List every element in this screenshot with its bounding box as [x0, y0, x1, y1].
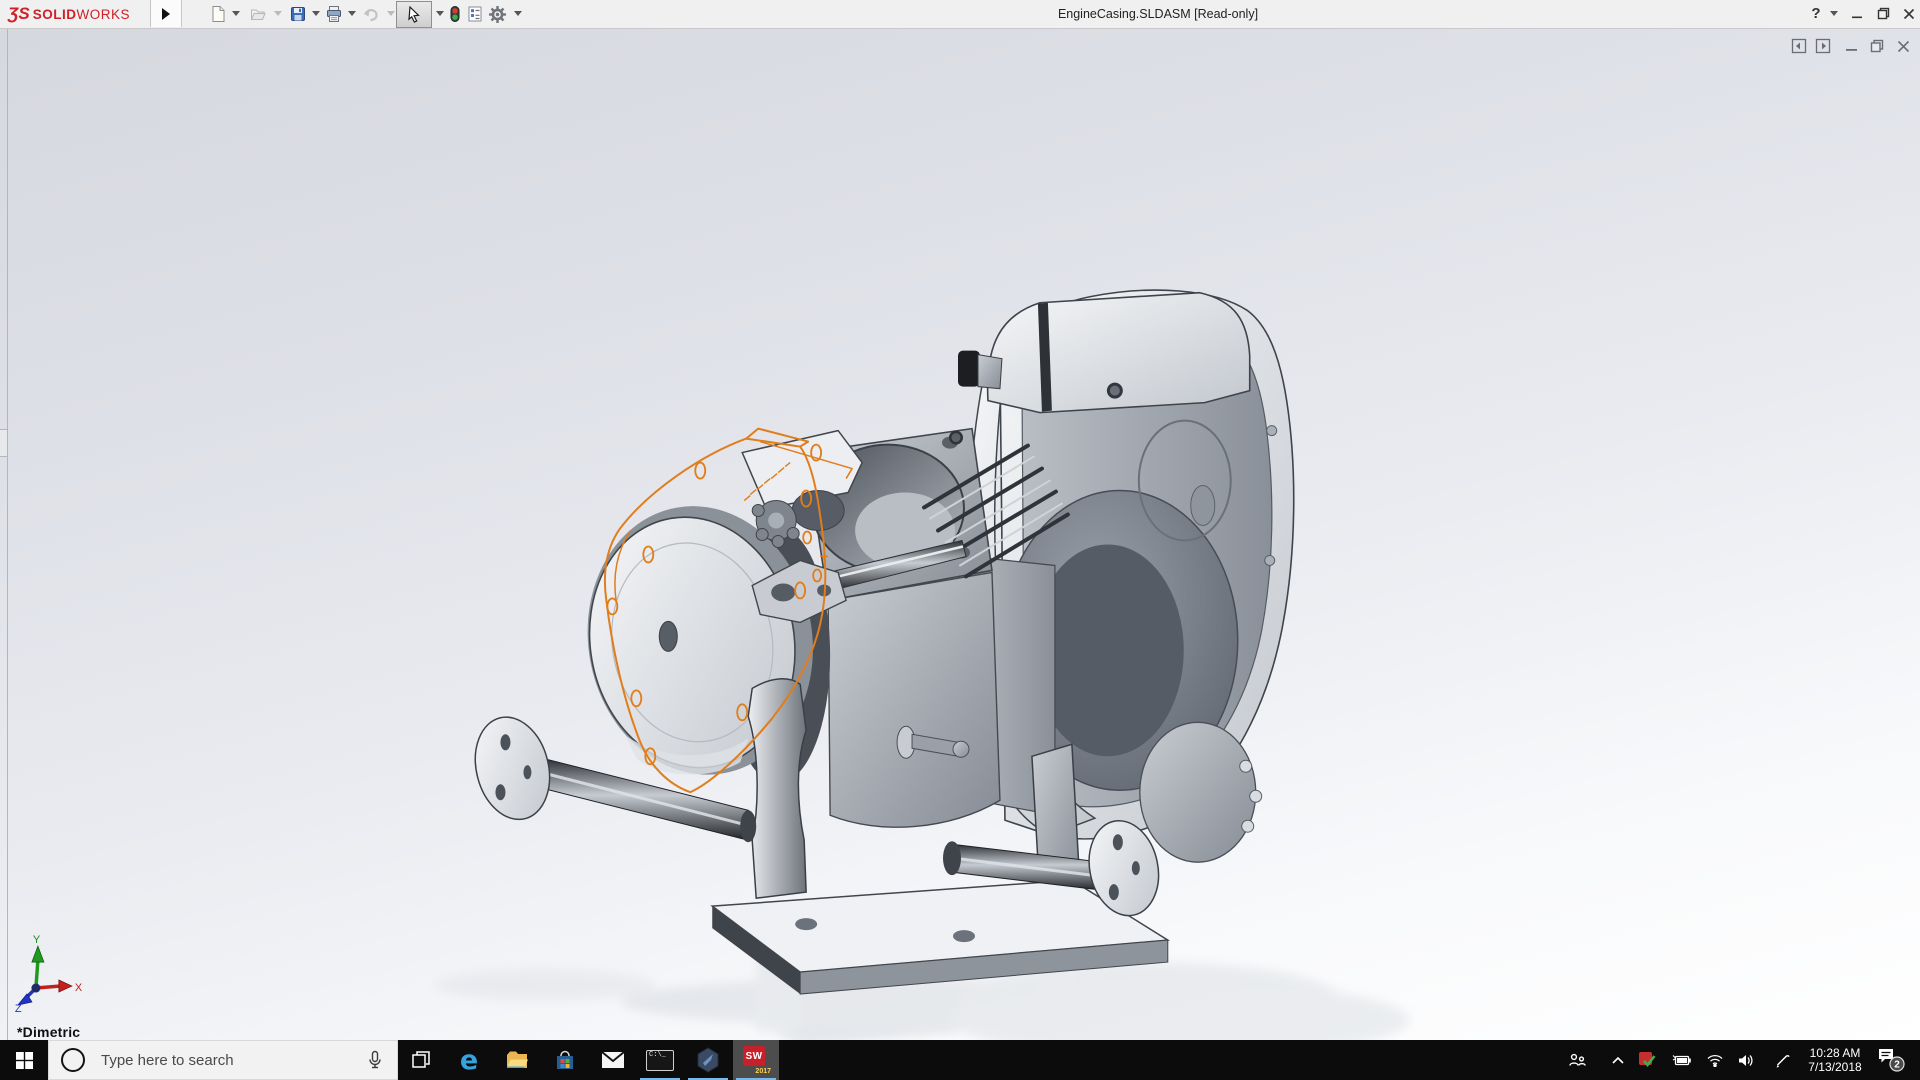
help-button[interactable]: ?	[1804, 0, 1828, 27]
triad-z-label: Z	[15, 1003, 22, 1015]
rebuild-stoplight-button[interactable]	[444, 3, 466, 25]
screen: { "titlebar": { "brand_mark": "ƷS", "bra…	[0, 0, 1920, 1080]
save-dropdown[interactable]	[312, 11, 320, 16]
restore-icon	[1877, 7, 1890, 20]
options-button[interactable]	[486, 3, 508, 25]
open-dropdown[interactable]	[274, 11, 282, 16]
help-dropdown[interactable]	[1830, 11, 1838, 16]
wifi-icon	[1706, 1053, 1724, 1067]
solidworks-logo: ƷS SOLIDWORKS	[8, 3, 130, 25]
undo-icon	[361, 5, 379, 23]
view-orientation-label: *Dimetric	[17, 1024, 80, 1040]
file-properties-icon	[466, 5, 484, 23]
new-document-dropdown[interactable]	[232, 11, 240, 16]
taskbar-search[interactable]	[48, 1040, 398, 1080]
taskbar-app-command-prompt[interactable]: C:\_	[637, 1040, 683, 1080]
pen-icon	[1774, 1052, 1791, 1068]
notification-badge: 2	[1894, 1060, 1900, 1071]
action-center-icon: 2	[1877, 1047, 1907, 1073]
menu-expand-button[interactable]	[150, 0, 182, 27]
triad-y-label: Y	[33, 934, 41, 946]
tray-show-hidden-button[interactable]	[1602, 1040, 1634, 1080]
undo-button[interactable]	[359, 3, 381, 25]
mail-icon	[601, 1051, 625, 1069]
action-center-button[interactable]: 2	[1872, 1040, 1912, 1080]
battery-icon	[1672, 1053, 1692, 1067]
tray-ink-button[interactable]	[1766, 1040, 1798, 1080]
file-explorer-icon	[505, 1049, 529, 1071]
expand-arrow-icon	[162, 8, 170, 20]
save-icon	[289, 5, 307, 23]
triad-x-label: X	[75, 982, 83, 994]
stoplight-icon	[446, 5, 464, 23]
undo-dropdown[interactable]	[387, 11, 395, 16]
document-title: EngineCasing.SLDASM [Read-only]	[1058, 7, 1258, 21]
taskbar-app-file-explorer[interactable]	[494, 1040, 540, 1080]
new-document-button[interactable]	[207, 3, 229, 25]
hexagon-app-icon	[696, 1047, 720, 1073]
command-prompt-icon: C:\_	[646, 1050, 674, 1071]
start-button[interactable]	[0, 1040, 48, 1080]
solidworks-logo-mark: ƷS	[8, 4, 30, 24]
taskbar-app-edge[interactable]: e	[446, 1040, 492, 1080]
cortana-icon[interactable]	[61, 1048, 85, 1072]
open-icon	[249, 5, 267, 23]
tray-network-button[interactable]	[1699, 1040, 1731, 1080]
windows-logo-icon	[16, 1052, 33, 1069]
solidworks-check-icon	[1638, 1051, 1658, 1069]
select-cursor-icon	[405, 6, 423, 24]
open-button[interactable]	[247, 3, 269, 25]
brand-works: WORKS	[77, 7, 131, 22]
taskbar-app-solidworks-active[interactable]: SW 2017	[733, 1040, 779, 1080]
titlebar: ƷS SOLIDWORKS	[0, 0, 1920, 29]
select-dropdown[interactable]	[436, 11, 444, 16]
tray-volume-button[interactable]	[1730, 1040, 1762, 1080]
solidworks-app-icon: SW 2017	[743, 1046, 769, 1074]
chevron-up-icon	[1611, 1055, 1625, 1065]
taskbar-clock[interactable]: 10:28 AM 7/13/2018	[1800, 1040, 1870, 1080]
volume-icon	[1737, 1053, 1755, 1068]
taskbar-app-hexagon[interactable]	[685, 1040, 731, 1080]
edge-icon: e	[460, 1047, 478, 1074]
close-button[interactable]	[1894, 0, 1920, 27]
select-tool-button[interactable]	[396, 1, 432, 28]
save-button[interactable]	[287, 3, 309, 25]
tray-battery-button[interactable]	[1666, 1040, 1698, 1080]
tray-date: 7/13/2018	[1808, 1060, 1861, 1074]
microphone-icon[interactable]	[367, 1050, 383, 1070]
taskbar-app-store[interactable]	[542, 1040, 588, 1080]
tray-time: 10:28 AM	[1810, 1046, 1861, 1060]
model-mid-block	[828, 555, 1055, 827]
file-properties-button[interactable]	[464, 3, 486, 25]
people-icon	[1568, 1052, 1586, 1068]
graphics-area[interactable]: Y X Z *Dimetric	[0, 29, 1920, 1040]
windows-taskbar: e C:\_ SW	[0, 1040, 1920, 1080]
options-gear-icon	[488, 5, 507, 24]
brand-solid: SOLID	[33, 7, 77, 22]
task-view-button[interactable]	[398, 1040, 444, 1080]
print-button[interactable]	[323, 3, 345, 25]
search-input[interactable]	[99, 1051, 333, 1070]
tray-people-button[interactable]	[1561, 1040, 1593, 1080]
options-dropdown[interactable]	[514, 11, 522, 16]
minimize-icon	[1851, 8, 1863, 20]
task-view-icon	[410, 1049, 432, 1071]
print-icon	[325, 5, 343, 23]
print-dropdown[interactable]	[348, 11, 356, 16]
model-top-cover	[958, 293, 1250, 413]
orientation-triad[interactable]: Y X Z	[15, 934, 83, 1015]
microsoft-store-icon	[554, 1049, 576, 1071]
close-icon	[1903, 8, 1915, 20]
model-engine-casing: Y X Z	[0, 29, 1920, 1040]
taskbar-app-mail[interactable]	[590, 1040, 636, 1080]
tray-solidworks-monitor[interactable]	[1632, 1040, 1664, 1080]
new-document-icon	[209, 5, 227, 23]
